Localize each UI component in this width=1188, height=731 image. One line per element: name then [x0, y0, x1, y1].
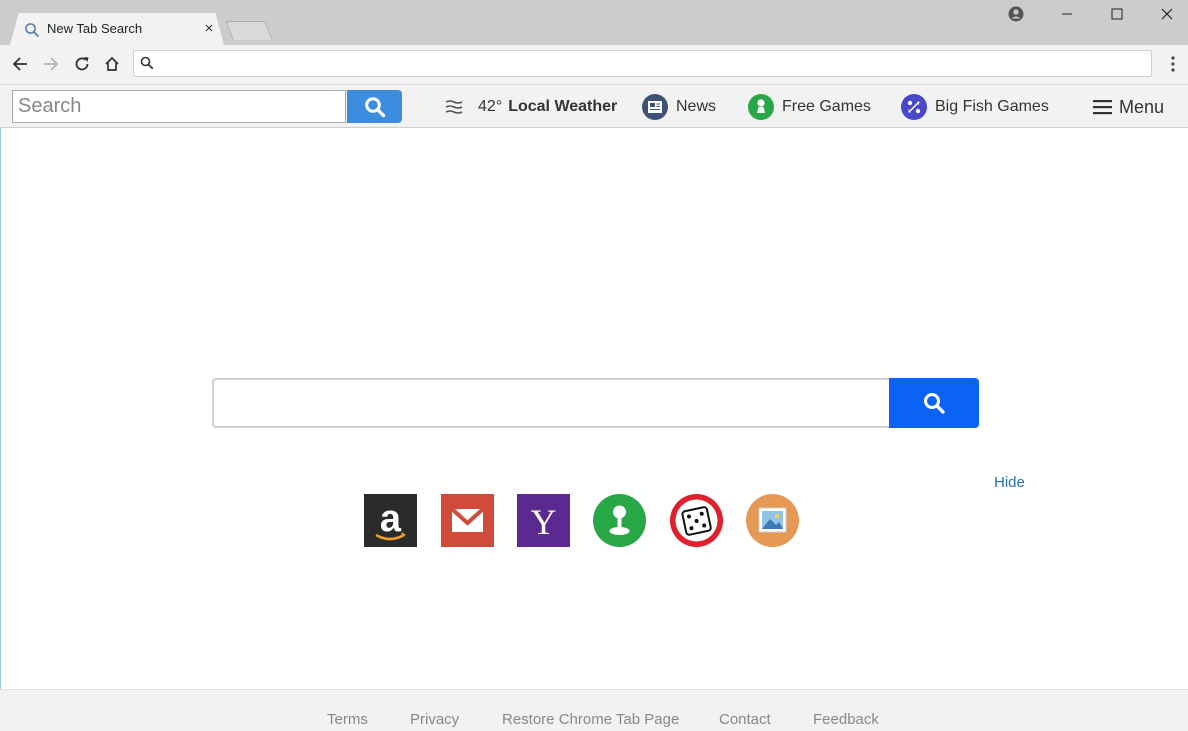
menu-button[interactable]: Menu	[1093, 94, 1164, 120]
amazon-glyph: a	[380, 498, 402, 540]
minimize-button[interactable]	[1044, 2, 1090, 26]
svg-text:+: +	[916, 100, 921, 107]
free-games-link[interactable]: Free Games	[748, 94, 871, 120]
yahoo-tile[interactable]: Y	[517, 494, 570, 547]
new-tab-button[interactable]	[225, 21, 273, 40]
free-games-label: Free Games	[782, 98, 871, 115]
menu-label: Menu	[1119, 96, 1165, 117]
main-search-input[interactable]	[212, 378, 890, 428]
maximize-button[interactable]	[1094, 2, 1140, 26]
hide-link[interactable]: Hide	[994, 474, 1025, 491]
arrow-left-icon	[12, 57, 27, 71]
main-search-button[interactable]	[889, 378, 979, 428]
home-icon	[105, 56, 119, 71]
footer-feedback-link[interactable]: Feedback	[813, 711, 879, 728]
footer-restore-chrome-link[interactable]: Restore Chrome Tab Page	[502, 711, 679, 728]
back-button[interactable]	[9, 53, 31, 75]
news-icon	[642, 94, 668, 120]
picture-icon	[758, 507, 787, 533]
weather-label: Local Weather	[508, 98, 618, 115]
picture-tile[interactable]	[746, 494, 799, 547]
toolbar-search-input[interactable]	[12, 90, 346, 123]
dice-tile[interactable]	[670, 494, 723, 547]
more-vert-icon	[1171, 56, 1175, 72]
profile-button[interactable]	[993, 2, 1039, 26]
maximize-icon	[1111, 8, 1123, 20]
news-link[interactable]: News	[642, 94, 716, 120]
dice-icon	[675, 499, 718, 542]
free-games-icon	[609, 505, 630, 535]
tab-close-button[interactable]: ×	[201, 20, 217, 37]
search-icon	[924, 393, 945, 414]
tab-title: New Tab Search	[47, 21, 143, 36]
svg-text:×: ×	[907, 108, 912, 115]
big-fish-games-link[interactable]: + × Big Fish Games	[901, 94, 1049, 120]
address-bar[interactable]	[133, 50, 1152, 77]
footer-terms-link[interactable]: Terms	[327, 711, 368, 728]
close-window-button[interactable]	[1144, 2, 1188, 26]
close-icon	[1161, 8, 1173, 20]
weather-wind-icon	[445, 100, 463, 114]
search-icon	[364, 96, 385, 117]
amazon-tile[interactable]: a	[364, 494, 417, 547]
footer-privacy-link[interactable]: Privacy	[410, 711, 459, 728]
free-games-icon	[748, 94, 774, 120]
tab-strip: New Tab Search ×	[0, 0, 1188, 45]
hamburger-icon	[1093, 100, 1112, 115]
browser-toolbar	[0, 45, 1188, 85]
news-label: News	[676, 98, 717, 115]
reload-icon	[75, 57, 89, 71]
extension-toolbar: 42° Local Weather News Free Games +× Big…	[0, 85, 1188, 128]
toolbar-search-button[interactable]	[347, 90, 402, 123]
forward-button[interactable]	[40, 53, 62, 75]
big-fish-games-icon: + ×	[901, 94, 927, 120]
footer: Terms Privacy Restore Chrome Tab Page Co…	[0, 689, 1188, 731]
weather-link[interactable]: 42° Local Weather	[444, 94, 617, 120]
yahoo-icon: Y	[531, 502, 557, 542]
search-icon	[140, 56, 154, 70]
search-icon	[25, 23, 40, 38]
big-fish-games-label: Big Fish Games	[935, 98, 1049, 115]
minimize-icon	[1062, 13, 1072, 15]
gmail-tile[interactable]	[441, 494, 494, 547]
gmail-icon	[450, 507, 485, 532]
home-button[interactable]	[101, 53, 123, 75]
profile-icon	[1008, 6, 1024, 22]
browser-menu-button[interactable]	[1166, 54, 1180, 74]
amazon-icon: a	[375, 498, 406, 541]
free-games-tile[interactable]	[593, 494, 646, 547]
weather-temp: 42°	[478, 98, 503, 115]
arrow-right-icon	[44, 57, 59, 71]
address-input[interactable]	[162, 53, 1146, 75]
footer-contact-link[interactable]: Contact	[719, 711, 771, 728]
yahoo-glyph: Y	[531, 502, 557, 542]
reload-button[interactable]	[71, 53, 93, 75]
